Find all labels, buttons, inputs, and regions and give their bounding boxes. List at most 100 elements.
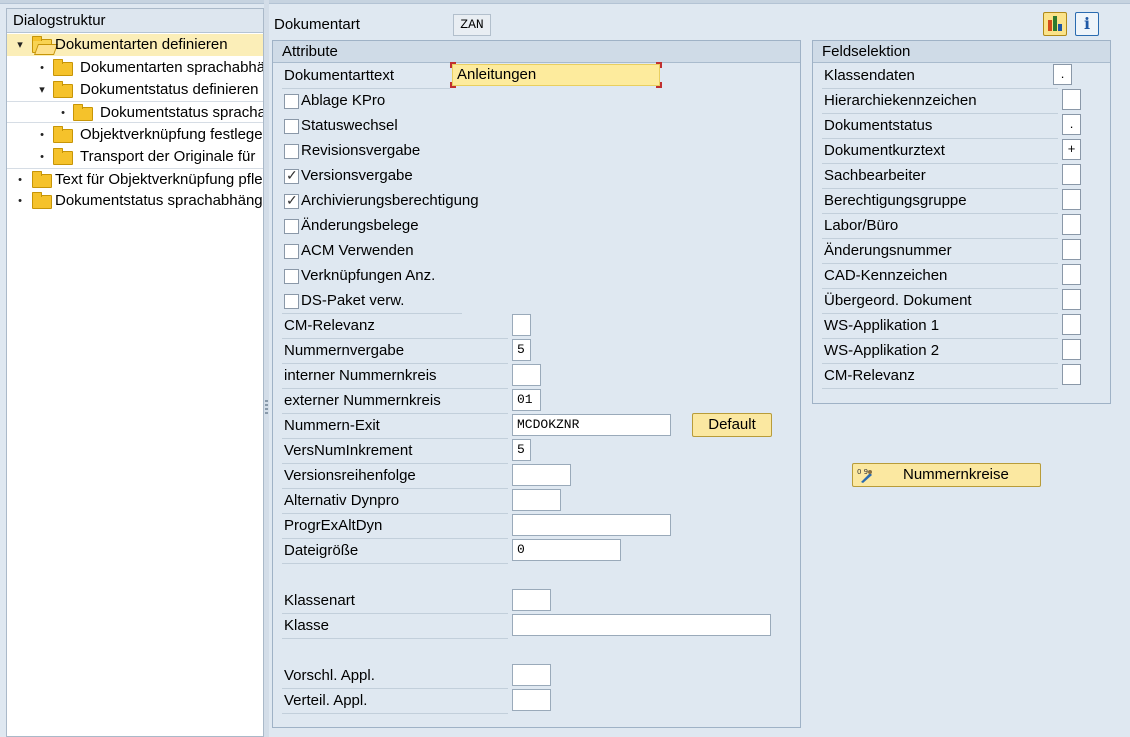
chart-icon-button[interactable]: [1043, 12, 1067, 36]
interner-nummernkreis-input[interactable]: [512, 364, 541, 386]
versionsreihenfolge-label: Versionsreihenfolge: [284, 467, 416, 484]
fs-input-hierarchiekennzeichen[interactable]: [1062, 89, 1081, 110]
externer-nummernkreis-input[interactable]: 01: [512, 389, 541, 411]
alternativ-dynpro-input[interactable]: [512, 489, 561, 511]
tree-item-label: Dokumentstatus sprachabhängig: [55, 192, 263, 209]
fs-input-aenderungsnummer[interactable]: [1062, 239, 1081, 260]
tree-item-dokumentarten-sprachabh[interactable]: • Dokumentarten sprachabhängig: [7, 57, 263, 79]
tree-item-dokumentstatus-definieren[interactable]: ▾ Dokumentstatus definieren: [7, 79, 263, 101]
tree-item-text-objektverknuepfung[interactable]: • Text für Objektverknüpfung pflegen: [7, 168, 263, 190]
nummern-exit-input[interactable]: MCDOKZNR: [512, 414, 671, 436]
checkbox-label: Verknüpfungen Anz.: [301, 267, 436, 284]
doc-text-input[interactable]: Anleitungen: [452, 64, 660, 86]
divider: [822, 288, 1058, 289]
progrexaltdyn-input[interactable]: [512, 514, 671, 536]
fs-input-uebergeord-dokument[interactable]: [1062, 289, 1081, 310]
divider: [822, 238, 1058, 239]
checkbox[interactable]: ✓: [284, 192, 299, 209]
divider: [822, 213, 1058, 214]
fs-label-hierarchiekennzeichen: Hierarchiekennzeichen: [824, 92, 977, 109]
fs-input-dokumentkurztext[interactable]: +: [1062, 139, 1081, 160]
fs-label-aenderungsnummer: Änderungsnummer: [824, 242, 952, 259]
fs-input-berechtigungsgruppe[interactable]: [1062, 189, 1081, 210]
checkbox[interactable]: [284, 119, 299, 134]
bullet-icon: •: [18, 174, 22, 186]
tree-item-dokumentstatus-sprachabhaengig[interactable]: • Dokumentstatus sprachabhängig: [7, 190, 263, 212]
dateigroesse-label: Dateigröße: [284, 542, 359, 559]
tree-item-transport-originale[interactable]: • Transport der Originale für: [7, 146, 263, 168]
divider: [822, 388, 1058, 389]
focus-corner: [450, 82, 456, 88]
klasse-label: Klasse: [284, 617, 330, 634]
checkbox-label: Statuswechsel: [301, 117, 398, 134]
versnuminkrement-input[interactable]: 5: [512, 439, 531, 461]
top-border: [0, 0, 1130, 4]
divider: [282, 563, 508, 564]
bullet-icon: •: [40, 151, 44, 163]
tree-item-label: Transport der Originale für: [80, 148, 256, 165]
bullet-icon: •: [61, 107, 65, 119]
bullet-icon: •: [18, 195, 22, 207]
fs-label-dokumentstatus: Dokumentstatus: [824, 117, 933, 134]
klasse-input[interactable]: [512, 614, 771, 636]
checkbox[interactable]: [284, 144, 299, 159]
divider: [822, 138, 1058, 139]
checkbox[interactable]: [284, 94, 299, 109]
checkbox-label: ACM Verwenden: [301, 242, 414, 259]
checkbox[interactable]: [284, 219, 299, 234]
expand-arrow-icon[interactable]: ▾: [37, 79, 47, 101]
checkbox-label: Versionsvergabe: [301, 167, 413, 184]
interner-nummernkreis-label: interner Nummernkreis: [284, 367, 437, 384]
number-range-icon: 0 9: [857, 468, 872, 483]
folder-icon: [53, 148, 73, 165]
cm-relevanz-input[interactable]: [512, 314, 531, 336]
checkbox[interactable]: ✓: [284, 167, 299, 184]
vorschl-appl-input[interactable]: [512, 664, 551, 686]
splitter-grip-icon[interactable]: [265, 400, 268, 416]
checkbox[interactable]: [284, 244, 299, 259]
divider: [282, 488, 508, 489]
default-button[interactable]: Default: [692, 413, 772, 437]
tree-item-label: Dokumentstatus definieren: [80, 81, 259, 98]
checkbox[interactable]: [284, 269, 299, 284]
checkbox-label: Änderungsbelege: [301, 217, 419, 234]
tree-item-dokumentstatus-sprachabh[interactable]: • Dokumentstatus sprachabhängig: [7, 101, 263, 123]
checkbox-label: Archivierungsberechtigung: [301, 192, 479, 209]
checkbox[interactable]: [284, 294, 299, 309]
bullet-icon: •: [40, 62, 44, 74]
tree-item-label: Dokumentarten sprachabhängig: [80, 59, 263, 76]
divider: [282, 513, 508, 514]
versionsreihenfolge-input[interactable]: [512, 464, 571, 486]
nummernvergabe-label: Nummernvergabe: [284, 342, 405, 359]
fs-input-klassendaten[interactable]: .: [1053, 64, 1072, 85]
cm-relevanz-label: CM-Relevanz: [284, 317, 375, 334]
attribute-group-title: Attribute: [273, 41, 800, 63]
focus-corner: [450, 62, 456, 68]
nummernkreise-button[interactable]: 0 9 Nummernkreise: [852, 463, 1041, 487]
info-button[interactable]: i: [1075, 12, 1099, 36]
fs-input-cad-kennzeichen[interactable]: [1062, 264, 1081, 285]
checkbox-label: Ablage KPro: [301, 92, 386, 109]
tree-item-label: Dokumentstatus sprachabhängig: [100, 104, 263, 121]
divider: [822, 263, 1058, 264]
divider: [282, 388, 508, 389]
tree-item-objektverknuepfung[interactable]: • Objektverknüpfung festlegen: [7, 124, 263, 146]
fs-label-sachbearbeiter: Sachbearbeiter: [824, 167, 926, 184]
fs-input-labor-buero[interactable]: [1062, 214, 1081, 235]
folder-open-icon: [32, 36, 52, 53]
nummernvergabe-input[interactable]: 5: [512, 339, 531, 361]
fs-input-cm-relevanz[interactable]: [1062, 364, 1081, 385]
verteil-appl-input[interactable]: [512, 689, 551, 711]
splitter[interactable]: [264, 0, 269, 737]
expand-arrow-icon[interactable]: ▾: [15, 34, 25, 56]
vorschl-appl-label: Vorschl. Appl.: [284, 667, 375, 684]
dateigroesse-input[interactable]: 0: [512, 539, 621, 561]
klassenart-input[interactable]: [512, 589, 551, 611]
fs-input-dokumentstatus[interactable]: .: [1062, 114, 1081, 135]
fs-input-ws-applikation-1[interactable]: [1062, 314, 1081, 335]
fs-label-cm-relevanz: CM-Relevanz: [824, 367, 915, 384]
svg-text:0 9: 0 9: [857, 468, 868, 476]
fs-input-sachbearbeiter[interactable]: [1062, 164, 1081, 185]
fs-input-ws-applikation-2[interactable]: [1062, 339, 1081, 360]
tree-item-dokumentarten-definieren[interactable]: ▾ Dokumentarten definieren: [7, 34, 263, 56]
